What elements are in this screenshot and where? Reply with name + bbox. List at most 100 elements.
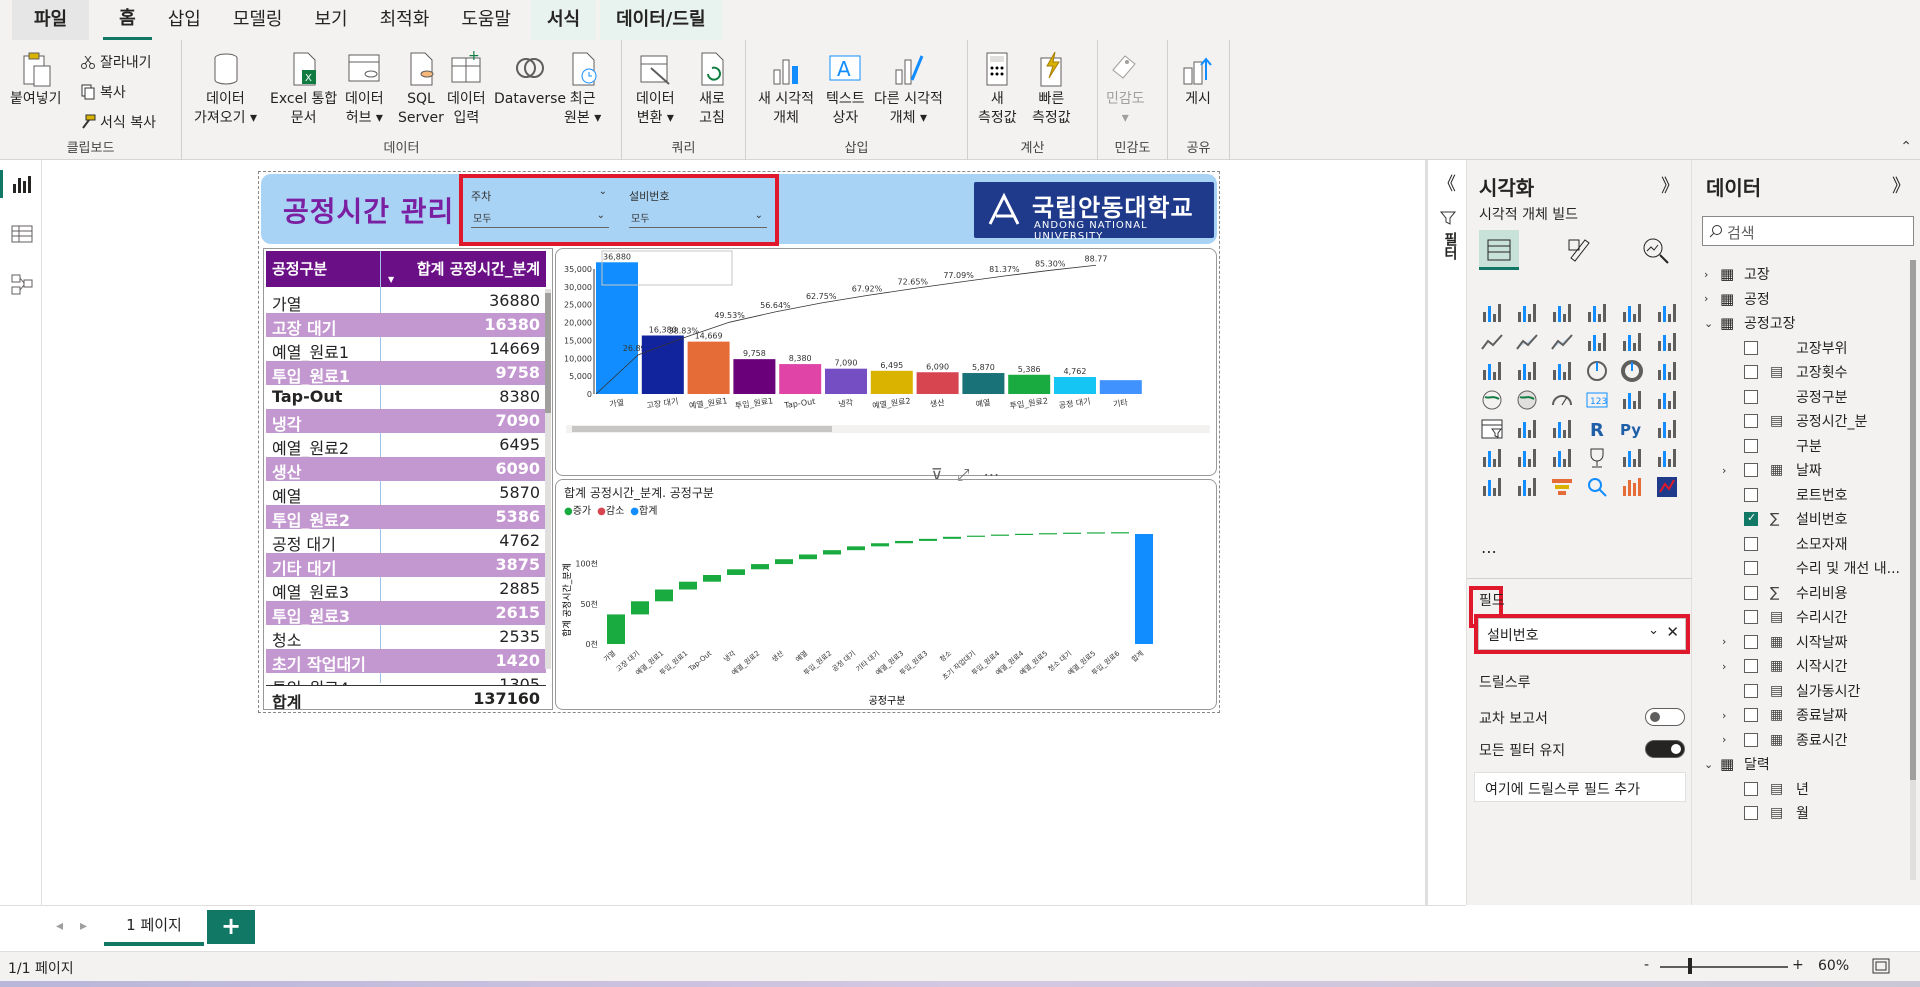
chevron-down-icon[interactable]: ⌄ — [1704, 317, 1713, 330]
line-chart-icon[interactable] — [1479, 329, 1505, 355]
zoom-slider-handle[interactable] — [1688, 958, 1692, 974]
build-visual-tab[interactable] — [1479, 230, 1519, 270]
power-apps-icon[interactable] — [1479, 474, 1505, 500]
table-row[interactable]: 생산 6090 — [266, 457, 546, 482]
data-table-item[interactable]: ⌄ ▦ 달력 — [1692, 752, 1902, 776]
waterfall-bar[interactable] — [655, 589, 673, 602]
data-pane-scrollbar[interactable] — [1910, 260, 1916, 880]
donut-icon[interactable] — [1619, 358, 1645, 384]
field-checkbox[interactable] — [1744, 463, 1758, 477]
get-data-button[interactable]: 데이터 가져오기 ▾ — [194, 50, 257, 128]
gauge-icon[interactable] — [1549, 387, 1575, 413]
waterfall-bar[interactable] — [943, 536, 961, 539]
stacked-bar-icon[interactable] — [1479, 300, 1505, 326]
publish-button[interactable]: 게시 — [1180, 50, 1216, 109]
recent-sources-button[interactable]: 최근 원본 ▾ — [564, 50, 601, 128]
waterfall-bar[interactable] — [967, 535, 985, 537]
copy-button[interactable]: 복사 — [80, 82, 126, 102]
waterfall-bar[interactable] — [1135, 534, 1153, 644]
tab-home[interactable]: 홈 — [103, 0, 152, 40]
field-checkbox[interactable] — [1744, 389, 1758, 404]
field-checkbox[interactable] — [1744, 708, 1758, 722]
field-checkbox[interactable] — [1744, 536, 1758, 551]
expand-pane-icon[interactable]: 》 — [1661, 172, 1679, 198]
pareto-scrollbar-thumb[interactable] — [572, 426, 832, 432]
pareto-bar[interactable] — [825, 368, 867, 394]
matrix-icon[interactable] — [1549, 416, 1575, 442]
data-field-item[interactable]: 고장부위 — [1692, 336, 1902, 360]
waterfall-bar[interactable] — [1087, 532, 1105, 534]
waterfall-bar[interactable] — [895, 540, 913, 544]
field-checkbox[interactable] — [1744, 806, 1758, 820]
tab-view[interactable]: 보기 — [299, 0, 364, 40]
table-row[interactable]: 기타 대기 3875 — [266, 553, 546, 578]
waterfall-bar[interactable] — [823, 550, 841, 555]
sql-server-button[interactable]: SQL Server — [398, 50, 444, 128]
pareto-bar[interactable] — [962, 373, 1005, 394]
data-field-item[interactable]: ▤ 년 — [1692, 777, 1902, 801]
arrow-visual-icon[interactable] — [1514, 474, 1540, 500]
kpi-icon[interactable] — [1654, 387, 1680, 413]
data-field-item[interactable]: › ▦ 날짜 — [1692, 458, 1902, 482]
pareto-bar[interactable] — [733, 359, 776, 394]
tab-format[interactable]: 서식 — [531, 0, 597, 40]
paginated-icon[interactable] — [1619, 445, 1645, 471]
clustered-bar-icon[interactable] — [1549, 300, 1575, 326]
data-field-item[interactable]: ▤ 고장횟수 — [1692, 360, 1902, 384]
paste-button[interactable]: 붙여넣기 — [10, 50, 62, 109]
collapse-pane-icon[interactable]: 《 — [1438, 170, 1456, 196]
tab-modeling[interactable]: 모델링 — [217, 0, 299, 40]
zoom-slider[interactable] — [1660, 966, 1788, 968]
data-field-item[interactable]: ▤ 실가동시간 — [1692, 679, 1902, 703]
field-checkbox[interactable] — [1744, 781, 1758, 796]
field-checkbox[interactable] — [1744, 438, 1758, 453]
line-column-icon[interactable] — [1584, 329, 1610, 355]
table-icon[interactable] — [1514, 416, 1540, 442]
table-row[interactable]: 예열_원료3 2885 — [266, 577, 546, 602]
filled-map-icon[interactable] — [1514, 387, 1540, 413]
zoom-out-button[interactable]: - — [1644, 957, 1649, 973]
expand-pane-icon[interactable]: 》 — [1892, 172, 1910, 198]
table-row[interactable]: 예열_원료2 6495 — [266, 433, 546, 458]
ribbon-chart-icon[interactable] — [1654, 329, 1680, 355]
table-row[interactable]: 공정 대기 4762 — [266, 529, 546, 554]
textbox-button[interactable]: A 텍스트 상자 — [826, 50, 865, 128]
fit-to-page-icon[interactable] — [1872, 958, 1890, 974]
field-checkbox[interactable] — [1744, 634, 1758, 649]
excel-button[interactable]: X Excel 통합 문서 — [270, 50, 337, 128]
waterfall-bar[interactable] — [1111, 532, 1129, 534]
tab-data-drill[interactable]: 데이터/드릴 — [600, 0, 722, 40]
waterfall-bar[interactable] — [751, 564, 769, 570]
line-clustered-icon[interactable] — [1619, 329, 1645, 355]
tab-insert[interactable]: 삽입 — [152, 0, 217, 40]
funnel-icon[interactable] — [1514, 358, 1540, 384]
heatmap-icon[interactable] — [1549, 474, 1575, 500]
new-visual-button[interactable]: 새 시각적 개체 — [758, 50, 814, 128]
field-checkbox[interactable] — [1744, 659, 1758, 673]
field-checkbox[interactable] — [1744, 585, 1758, 600]
prev-page-icon[interactable]: ◂ — [56, 918, 63, 934]
chevron-right-icon[interactable]: › — [1722, 709, 1726, 722]
r-visual-icon[interactable]: R — [1584, 416, 1610, 442]
waterfall-icon[interactable] — [1479, 358, 1505, 384]
pareto-bar[interactable] — [916, 372, 959, 394]
data-field-item[interactable]: ∑ 수리비용 — [1692, 581, 1902, 605]
waterfall-bar[interactable] — [607, 614, 625, 644]
chevron-right-icon[interactable]: › — [1704, 268, 1708, 281]
dataverse-button[interactable]: Dataverse — [494, 50, 566, 109]
page-tab-1[interactable]: 1 페이지 — [104, 906, 204, 946]
data-field-item[interactable]: ▤ 수리시간 — [1692, 605, 1902, 629]
waterfall-bar[interactable] — [631, 601, 649, 615]
pareto-bar[interactable] — [1054, 376, 1096, 394]
pareto-bar[interactable] — [1099, 380, 1142, 394]
data-hub-button[interactable]: 데이터 허브 ▾ — [345, 50, 384, 128]
tab-file[interactable]: 파일 — [12, 0, 90, 40]
tab-help[interactable]: 도움말 — [445, 0, 527, 40]
decomposition-tree-icon[interactable] — [1479, 445, 1505, 471]
waterfall-bar[interactable] — [727, 569, 745, 575]
pareto-chart[interactable]: 35,000 30,000 25,000 20,000 15,000 10,000 5,00… — [555, 248, 1217, 476]
qa-icon[interactable] — [1514, 445, 1540, 471]
waterfall-bar[interactable] — [775, 559, 793, 565]
stacked-column-icon[interactable] — [1514, 300, 1540, 326]
chevron-right-icon[interactable]: › — [1722, 660, 1726, 673]
